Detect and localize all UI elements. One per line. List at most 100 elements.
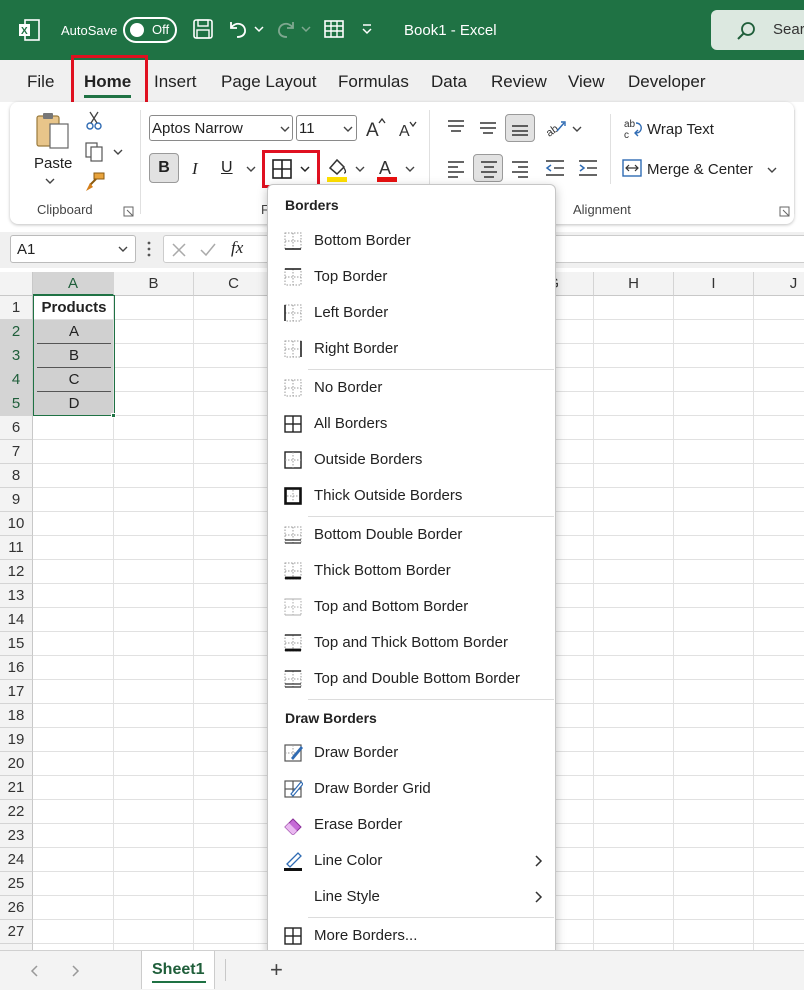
increase-indent-icon[interactable]: [577, 158, 599, 178]
menu-item-thick-outside-borders[interactable]: Thick Outside Borders: [268, 479, 555, 513]
tab-developer[interactable]: Developer: [628, 72, 706, 92]
redo-dropdown-icon[interactable]: [300, 24, 312, 34]
menu-item-line-color[interactable]: Line Color: [268, 844, 555, 878]
select-all-corner[interactable]: [0, 272, 33, 296]
row-header[interactable]: 4: [0, 368, 33, 392]
paste-icon[interactable]: [34, 110, 72, 150]
cancel-icon[interactable]: [171, 242, 187, 258]
scroll-right-icon[interactable]: [71, 964, 81, 978]
more-options-icon[interactable]: [146, 240, 152, 258]
tab-insert[interactable]: Insert: [154, 72, 197, 92]
fill-color-dropdown-icon[interactable]: [354, 164, 366, 174]
row-header[interactable]: 18: [0, 704, 33, 728]
align-center-button[interactable]: [473, 154, 503, 182]
add-sheet-button[interactable]: +: [270, 957, 283, 983]
tab-page-layout[interactable]: Page Layout: [221, 72, 316, 92]
format-painter-icon[interactable]: [84, 171, 106, 193]
row-header[interactable]: 11: [0, 536, 33, 560]
bold-button[interactable]: B: [149, 153, 179, 183]
paste-label[interactable]: Paste: [34, 155, 72, 172]
menu-item-line-style[interactable]: Line Style: [268, 880, 555, 914]
menu-item-all-borders[interactable]: All Borders: [268, 407, 555, 441]
font-size-dropdown-icon[interactable]: [342, 124, 354, 134]
font-name-dropdown-icon[interactable]: [279, 124, 291, 134]
row-header[interactable]: 21: [0, 776, 33, 800]
row-header[interactable]: 3: [0, 344, 33, 368]
row-header[interactable]: 13: [0, 584, 33, 608]
row-header[interactable]: 6: [0, 416, 33, 440]
menu-item-draw-border-grid[interactable]: Draw Border Grid: [268, 772, 555, 806]
font-color-icon[interactable]: A: [376, 156, 398, 182]
menu-item-draw-border[interactable]: Draw Border: [268, 736, 555, 770]
middle-align-icon[interactable]: [478, 118, 498, 136]
wrap-text-icon[interactable]: abc: [624, 118, 644, 140]
scroll-left-icon[interactable]: [30, 964, 40, 978]
tab-formulas[interactable]: Formulas: [338, 72, 409, 92]
tab-view[interactable]: View: [568, 72, 605, 92]
row-header[interactable]: 19: [0, 728, 33, 752]
tab-review[interactable]: Review: [491, 72, 547, 92]
menu-item-more-borders[interactable]: More Borders...: [268, 919, 555, 953]
menu-item-top-and-thick-bottom-border[interactable]: Top and Thick Bottom Border: [268, 626, 555, 660]
italic-button[interactable]: I: [192, 159, 198, 179]
menu-item-right-border[interactable]: Right Border: [268, 332, 555, 366]
merge-center-dropdown-icon[interactable]: [766, 165, 778, 175]
row-header[interactable]: 10: [0, 512, 33, 536]
alignment-launcher-icon[interactable]: [779, 206, 791, 218]
copy-dropdown-icon[interactable]: [112, 147, 124, 157]
row-header[interactable]: 25: [0, 872, 33, 896]
row-header[interactable]: 15: [0, 632, 33, 656]
undo-icon[interactable]: [227, 18, 249, 40]
column-header-b[interactable]: B: [114, 272, 194, 296]
row-header[interactable]: 8: [0, 464, 33, 488]
font-name-select[interactable]: Aptos Narrow: [149, 115, 293, 141]
autosave-toggle[interactable]: Off: [123, 17, 177, 43]
column-header-j[interactable]: J: [754, 272, 804, 296]
fill-color-icon[interactable]: [326, 156, 348, 182]
column-header-h[interactable]: H: [594, 272, 674, 296]
table-format-icon[interactable]: [323, 19, 345, 39]
align-left-icon[interactable]: [446, 158, 466, 178]
menu-item-bottom-border[interactable]: Bottom Border: [268, 224, 555, 258]
menu-item-thick-bottom-border[interactable]: Thick Bottom Border: [268, 554, 555, 588]
menu-item-bottom-double-border[interactable]: Bottom Double Border: [268, 518, 555, 552]
sheet-tab-sheet1[interactable]: Sheet1: [141, 951, 215, 989]
column-header-i[interactable]: I: [674, 272, 754, 296]
menu-item-top-and-double-bottom-border[interactable]: Top and Double Bottom Border: [268, 662, 555, 696]
row-header[interactable]: 1: [0, 296, 33, 320]
undo-dropdown-icon[interactable]: [253, 24, 265, 34]
align-right-icon[interactable]: [510, 158, 530, 178]
menu-item-erase-border[interactable]: Erase Border: [268, 808, 555, 842]
enter-check-icon[interactable]: [199, 242, 217, 258]
copy-icon[interactable]: [84, 141, 104, 163]
wrap-text-button[interactable]: Wrap Text: [647, 121, 714, 138]
tab-data[interactable]: Data: [431, 72, 467, 92]
decrease-font-size-icon[interactable]: A: [398, 119, 420, 139]
underline-button[interactable]: U: [221, 159, 233, 177]
row-header[interactable]: 9: [0, 488, 33, 512]
merge-center-button[interactable]: Merge & Center: [647, 161, 753, 178]
cut-icon[interactable]: [85, 110, 103, 130]
search-box[interactable]: Sear: [711, 10, 804, 50]
row-header[interactable]: 2: [0, 320, 33, 344]
menu-item-no-border[interactable]: No Border: [268, 371, 555, 405]
increase-font-size-icon[interactable]: A: [365, 117, 387, 139]
redo-icon[interactable]: [275, 18, 297, 40]
row-header[interactable]: 20: [0, 752, 33, 776]
orientation-icon[interactable]: ab: [544, 117, 568, 139]
customize-qat-icon[interactable]: [360, 22, 374, 36]
paste-dropdown-icon[interactable]: [44, 176, 56, 186]
underline-dropdown-icon[interactable]: [245, 164, 257, 174]
clipboard-launcher-icon[interactable]: [123, 206, 135, 218]
menu-item-top-and-bottom-border[interactable]: Top and Bottom Border: [268, 590, 555, 624]
row-header[interactable]: 26: [0, 896, 33, 920]
menu-item-top-border[interactable]: Top Border: [268, 260, 555, 294]
row-header[interactable]: 16: [0, 656, 33, 680]
tab-file[interactable]: File: [27, 72, 54, 92]
merge-center-icon[interactable]: [622, 159, 642, 177]
bottom-align-button[interactable]: [505, 114, 535, 142]
column-header-a[interactable]: A: [33, 272, 114, 296]
orientation-dropdown-icon[interactable]: [571, 124, 583, 134]
save-icon[interactable]: [192, 18, 214, 40]
row-header[interactable]: 14: [0, 608, 33, 632]
